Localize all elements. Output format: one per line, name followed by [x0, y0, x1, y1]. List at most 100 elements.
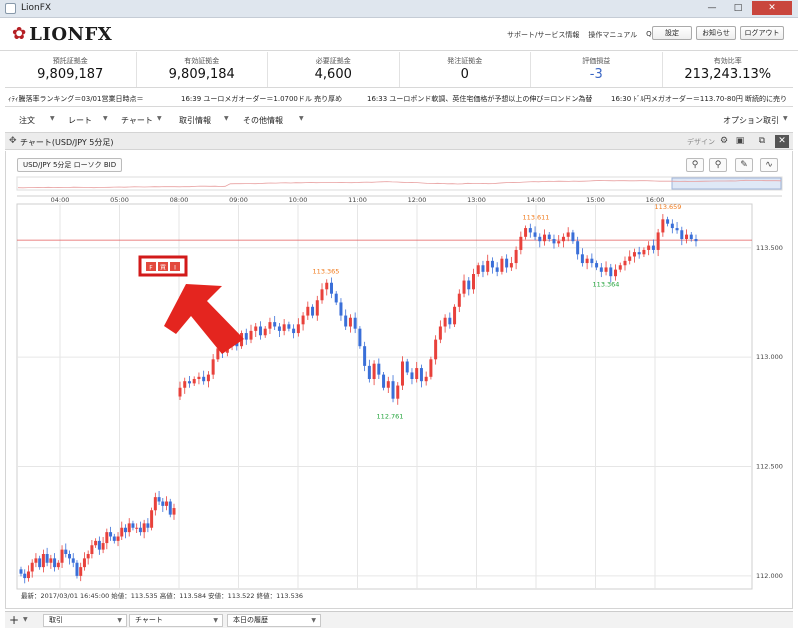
- layout-menu-icon[interactable]: ▣: [733, 135, 747, 148]
- candle-body: [30, 562, 34, 572]
- candle-body: [462, 280, 466, 294]
- candle-body: [495, 267, 499, 272]
- candle-body: [595, 263, 599, 268]
- candle-body: [576, 241, 580, 255]
- menu-order[interactable]: 注文: [19, 115, 35, 126]
- candle-body: [315, 300, 319, 316]
- ticker-item[interactable]: 16:30 ﾄﾞﾙ円メガオーダー＝113.70-80円 断続的に売り: [611, 94, 787, 104]
- x-tick-label: 11:00: [348, 196, 367, 204]
- menu-option-trading[interactable]: オプション取引: [723, 115, 779, 126]
- candle-body: [524, 228, 528, 237]
- candle-body: [415, 368, 419, 379]
- x-tick-label: 10:00: [289, 196, 308, 204]
- candle-body: [187, 381, 191, 384]
- candle-body: [157, 497, 161, 502]
- candle-body: [105, 532, 109, 544]
- candle-body: [623, 260, 627, 266]
- candle-body: [197, 376, 201, 379]
- candle-body: [348, 317, 352, 327]
- navigator-window[interactable]: [671, 177, 782, 190]
- support-link[interactable]: サポート/サービス情報: [507, 30, 579, 40]
- candle-body: [670, 223, 674, 229]
- tab-today-history[interactable]: 本日の履歴 ▼: [227, 614, 321, 627]
- chart-window-header: ✥ チャート(USD/JPY 5分足) デザイン ⚙ ▣ ⧉ ✕: [5, 132, 793, 150]
- candle-body: [142, 523, 146, 533]
- notice-button[interactable]: お知らせ: [696, 26, 736, 40]
- candle-body: [580, 254, 584, 264]
- popout-window-icon[interactable]: ⧉: [755, 135, 769, 148]
- candle-body: [353, 317, 357, 329]
- move-icon[interactable]: ✥: [9, 136, 17, 146]
- candle-body: [453, 306, 457, 325]
- lion-crest-icon: ✿: [12, 24, 27, 44]
- maximize-icon[interactable]: □: [726, 1, 750, 15]
- marker-letter: F: [149, 265, 153, 272]
- candle-body: [651, 245, 655, 250]
- candle-body: [410, 372, 414, 379]
- ticker-item[interactable]: ｨﾃｨ騰落率ランキング＝03/01営業日時点＝: [8, 94, 143, 104]
- candle-body: [19, 569, 23, 574]
- candle-body: [301, 315, 305, 325]
- candle-body: [552, 239, 556, 244]
- candle-body: [519, 236, 523, 250]
- add-panel-icon[interactable]: +: [9, 613, 19, 627]
- candle-body: [339, 302, 343, 316]
- y-tick-label: 112.500: [756, 463, 783, 471]
- tab-trade[interactable]: 取引 ▼: [43, 614, 127, 627]
- menu-rate[interactable]: レート: [68, 115, 92, 126]
- candle-body: [396, 385, 400, 399]
- menu-chart[interactable]: チャート: [121, 115, 153, 126]
- navigator-strip[interactable]: [16, 176, 783, 191]
- chevron-down-icon[interactable]: ▼: [23, 616, 28, 623]
- candle-body: [533, 232, 537, 237]
- candle-body: [590, 258, 594, 264]
- candle-body: [178, 387, 182, 397]
- candle-body: [206, 374, 210, 382]
- ticker-item[interactable]: 16:39 ユーロメガオーダー＝1.0700ドル 売り厚め: [181, 94, 342, 104]
- x-tick-label: 04:00: [51, 196, 70, 204]
- candle-body: [386, 381, 390, 388]
- summary-margin-ratio: 有効比率 213,243.13%: [684, 57, 772, 82]
- y-tick-label: 113.500: [756, 244, 783, 252]
- candle-body: [419, 368, 423, 382]
- menu-trade-info[interactable]: 取引情報: [179, 115, 211, 126]
- plot-area: [16, 203, 753, 590]
- manual-link[interactable]: 操作マニュアル: [588, 30, 637, 40]
- header-links: サポート/サービス情報 操作マニュアル Q&A: [507, 30, 662, 40]
- account-summary: 預託証拠金 9,809,187 有効証拠金 9,809,184 必要証拠金 4,…: [5, 52, 793, 88]
- candle-body: [637, 252, 641, 255]
- x-axis-ticks: 04:00 05:00 08:00 09:00 10:00 11:00 12:00 13:00…: [51, 196, 665, 204]
- x-tick-label: 05:00: [110, 196, 129, 204]
- high-label: 113.659: [655, 203, 682, 211]
- settings-button[interactable]: 設定: [652, 26, 692, 40]
- tab-chart[interactable]: チャート ▼: [129, 614, 223, 627]
- candle-body: [97, 540, 101, 550]
- close-icon[interactable]: ✕: [775, 135, 789, 148]
- candle-body: [254, 326, 258, 331]
- candle-body: [628, 256, 632, 261]
- candle-body: [116, 536, 120, 541]
- x-tick-label: 09:00: [229, 196, 248, 204]
- candle-body: [566, 232, 570, 237]
- candle-body: [41, 554, 45, 568]
- summary-unrealized-pl: 評価損益 -3: [531, 52, 663, 87]
- minimize-icon[interactable]: —: [700, 1, 724, 15]
- candlestick-chart[interactable]: 04:00 05:00 08:00 09:00 10:00 11:00 12:00 13:00…: [6, 151, 792, 609]
- candle-body: [647, 245, 651, 250]
- ticker-item[interactable]: 16:33 ユーロポンド軟調、英住宅価格が予想以上の伸び＝ロンドン為替: [367, 94, 592, 104]
- low-label: 112.761: [377, 412, 404, 420]
- design-label[interactable]: デザイン: [687, 137, 715, 147]
- chevron-down-icon: ▼: [213, 617, 218, 624]
- menu-other-info[interactable]: その他情報: [243, 115, 283, 126]
- position-marker[interactable]: F 買 I: [138, 255, 188, 277]
- candle-body: [599, 267, 603, 272]
- candle-body: [23, 573, 27, 579]
- candle-body: [656, 232, 660, 250]
- candle-body: [528, 228, 532, 233]
- gear-icon[interactable]: ⚙: [717, 135, 731, 148]
- candle-body: [400, 361, 404, 386]
- close-icon[interactable]: ✕: [752, 1, 792, 15]
- candle-body: [561, 236, 565, 242]
- candle-body: [618, 265, 622, 270]
- logout-button[interactable]: ログアウト: [740, 26, 784, 40]
